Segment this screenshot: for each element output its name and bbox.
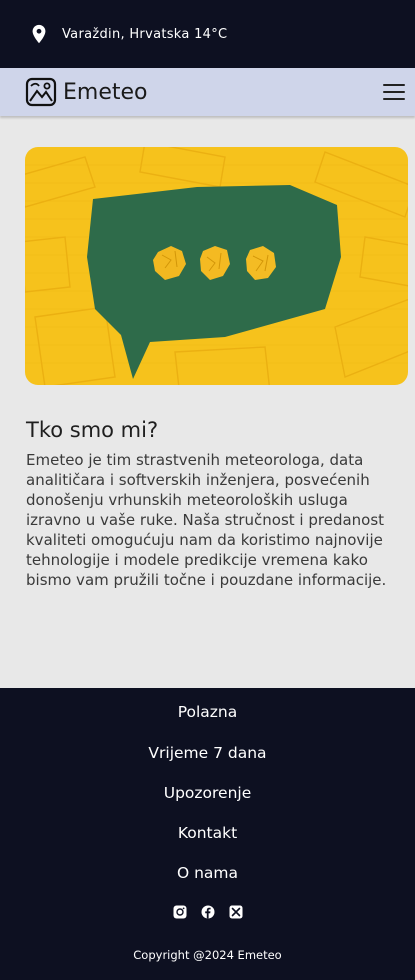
about-title: Tko smo mi? — [26, 418, 159, 442]
footer-link-o-nama[interactable]: O nama — [0, 864, 415, 882]
footer-link-upozorenje[interactable]: Upozorenje — [0, 784, 415, 802]
footer-link-vrijeme-7-dana[interactable]: Vrijeme 7 dana — [0, 744, 415, 762]
hamburger-menu-icon[interactable] — [383, 84, 405, 100]
footer: Polazna Vrijeme 7 dana Upozorenje Kontak… — [0, 688, 415, 980]
facebook-icon[interactable] — [201, 905, 215, 919]
instagram-icon[interactable] — [173, 905, 187, 919]
paper-balls — [153, 246, 276, 280]
about-text: Emeteo je tim strastvenih meteorologa, d… — [26, 451, 387, 589]
footer-link-polazna[interactable]: Polazna — [0, 703, 415, 721]
copyright-text: Copyright @2024 Emeteo — [133, 948, 282, 962]
hero-image — [25, 147, 408, 385]
social-links — [0, 905, 415, 919]
location-bar: Varaždin, Hrvatska 14°C — [0, 0, 415, 68]
x-icon[interactable] — [229, 905, 243, 919]
about-section: Tko smo mi? Emeteo je tim strastvenih me… — [26, 418, 396, 590]
footer-link-kontakt[interactable]: Kontakt — [0, 824, 415, 842]
location-text: Varaždin, Hrvatska 14°C — [62, 26, 228, 42]
location-pin-icon — [32, 24, 46, 44]
brand-name: Emeteo — [63, 79, 148, 105]
navbar: Emeteo — [0, 68, 415, 116]
brand-link[interactable]: Emeteo — [25, 77, 148, 107]
emeteo-logo-icon — [25, 77, 57, 107]
